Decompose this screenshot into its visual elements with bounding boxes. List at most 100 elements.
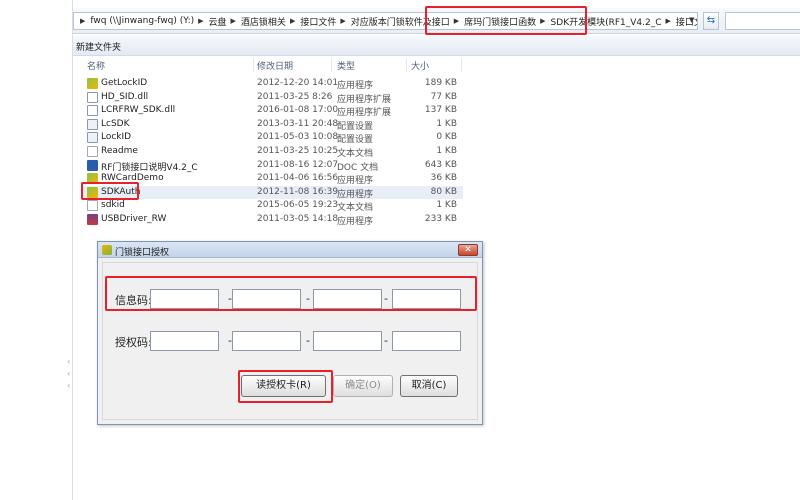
file-row[interactable]: LCRFRW_SDK.dll 2016-01-08 17:00 应用程序扩展 137 … <box>83 104 463 118</box>
file-row[interactable]: USBDriver_RW 2011-03-05 14:18 应用程序 233 KB <box>83 213 463 227</box>
file-size: 0 KB <box>436 132 457 143</box>
file-type: 配置设置 <box>337 121 374 132</box>
highlight-path-box <box>425 6 587 35</box>
file-row[interactable]: sdkid 2015-06-05 19:23 文本文档 1 KB <box>83 199 463 213</box>
file-name: LCRFRW_SDK.dll <box>101 105 176 116</box>
auth-code-field-1[interactable] <box>150 331 219 351</box>
cancel-button[interactable]: 取消(C) <box>400 375 458 397</box>
auth-code-field-4[interactable] <box>392 331 461 351</box>
highlight-read-button-box <box>238 370 333 403</box>
breadcrumb-chevron-icon: ▶ <box>289 17 296 25</box>
file-type: 文本文档 <box>337 203 374 214</box>
file-size: 643 KB <box>424 159 457 170</box>
dll-file-icon <box>87 105 98 117</box>
auth-code-row: 授权码: - - - <box>103 329 479 353</box>
file-date: 2015-06-05 19:23 <box>257 200 339 211</box>
file-row[interactable]: SDKAuth 2012-11-08 16:39 应用程序 80 KB <box>83 185 463 200</box>
address-dropdown-icon[interactable]: ▼ <box>689 16 694 24</box>
file-row[interactable]: LcSDK 2013-03-11 20:48 配置设置 1 KB <box>83 118 463 132</box>
file-type: 应用程序 <box>337 81 374 91</box>
file-size: 77 KB <box>430 91 457 102</box>
file-date: 2011-03-25 10:25 <box>257 145 339 156</box>
breadcrumb[interactable]: ▶ fwq (\\Jinwang-fwq) (Y:) ▶ 云盘 ▶ 酒店锁相关 ▶ 接口文件 ▶… <box>73 12 698 30</box>
breadcrumb-chevron-icon: ▶ <box>665 17 671 25</box>
file-size: 1 KB <box>436 145 457 156</box>
highlight-info-code-box <box>105 276 477 311</box>
file-name: USBDriver_RW <box>101 213 167 224</box>
file-row[interactable]: LockID 2011-05-03 10:08 配置设置 0 KB <box>83 131 463 145</box>
breadcrumb-item[interactable]: fwq (\\Jinwang-fwq) (Y:) <box>90 16 194 26</box>
file-date: 2016-01-08 17:00 <box>257 105 339 116</box>
breadcrumb-chevron-icon: ▶ <box>198 17 204 25</box>
column-header-name[interactable]: 名称 <box>87 59 105 72</box>
file-name: HD_SID.dll <box>101 91 149 102</box>
breadcrumb-chevron-icon: ▶ <box>230 17 236 25</box>
file-type: 配置设置 <box>337 135 374 146</box>
new-folder-button[interactable]: 新建文件夹 <box>76 40 121 53</box>
file-name: LcSDK <box>101 118 130 129</box>
file-type: 应用程序 <box>337 176 374 187</box>
file-name: RF门锁接口说明V4.2_C <box>101 162 198 173</box>
file-size: 1 KB <box>436 200 457 211</box>
highlight-sdkauth-box <box>81 182 139 200</box>
file-type: 应用程序扩展 <box>337 94 392 105</box>
file-size: 137 KB <box>424 105 457 116</box>
breadcrumb-item[interactable]: 云盘 <box>209 15 227 28</box>
file-date: 2011-04-06 16:56 <box>257 173 339 184</box>
auth-dash: - <box>384 334 388 347</box>
breadcrumb-item[interactable]: 酒店锁相关 <box>241 15 286 28</box>
file-size: 189 KB <box>424 78 457 88</box>
file-row[interactable]: HD_SID.dll 2011-03-25 8:26 应用程序扩展 77 KB <box>83 91 463 105</box>
file-name: GetLockID <box>101 78 148 88</box>
breadcrumb-chevron-icon: ▶ <box>80 17 86 25</box>
file-row[interactable]: GetLockID 2012-12-20 14:01 应用程序 189 KB <box>83 77 463 91</box>
breadcrumb-chevron-icon: ▶ <box>340 17 346 25</box>
file-name: LockID <box>101 132 132 143</box>
file-date: 2013-03-11 20:48 <box>257 118 339 129</box>
file-row[interactable]: RWCardDemo 2011-04-06 16:56 应用程序 36 KB <box>83 172 463 186</box>
breadcrumb-item[interactable]: 接口文件 <box>676 15 697 28</box>
left-margin: ‹ ‹ ‹ <box>0 0 72 500</box>
file-date: 2011-08-16 12:07 <box>257 159 339 170</box>
auth-dash: - <box>306 334 310 347</box>
column-header-date[interactable]: 修改日期 <box>257 59 293 72</box>
breadcrumb-item[interactable]: 接口文件 <box>300 15 336 28</box>
file-date: 2011-03-25 8:26 <box>257 91 333 102</box>
file-type: 文本文档 <box>337 148 374 159</box>
column-header-size[interactable]: 大小 <box>411 59 429 72</box>
file-type: 应用程序 <box>337 216 374 227</box>
file-size: 1 KB <box>436 118 457 129</box>
ok-button[interactable]: 确定(O) <box>333 375 393 397</box>
toolbar: 新建文件夹 <box>73 36 800 56</box>
file-size: 233 KB <box>424 213 457 224</box>
column-headers: 名称 修改日期 类型 大小 <box>73 58 800 72</box>
file-row[interactable]: Readme 2011-03-25 10:25 文本文档 1 KB <box>83 145 463 159</box>
file-size: 80 KB <box>430 186 457 197</box>
file-size: 36 KB <box>430 173 457 184</box>
file-type: 应用程序扩展 <box>337 108 392 119</box>
file-row[interactable]: RF门锁接口说明V4.2_C 2011-08-16 12:07 DOC 文档 643 … <box>83 159 463 173</box>
txt-file-icon <box>87 200 98 212</box>
auth-code-field-2[interactable] <box>232 331 301 351</box>
file-list: GetLockID 2012-12-20 14:01 应用程序 189 KB HD_SI… <box>83 77 463 227</box>
exe-file-icon <box>87 78 98 89</box>
txt-file-icon <box>87 145 98 157</box>
cfg-file-icon <box>87 118 98 130</box>
rar-file-icon <box>87 213 98 225</box>
dialog-title-bar[interactable]: 门锁接口授权 ✕ <box>98 242 482 258</box>
doc-file-icon <box>87 159 98 171</box>
file-type: 应用程序 <box>337 189 374 200</box>
file-type: DOC 文档 <box>337 162 379 173</box>
file-date: 2011-03-05 14:18 <box>257 213 339 224</box>
dll-file-icon <box>87 91 98 103</box>
refresh-icon[interactable]: ⇆ <box>703 12 719 30</box>
cfg-file-icon <box>87 132 98 144</box>
file-date: 2011-05-03 10:08 <box>257 132 339 143</box>
close-icon[interactable]: ✕ <box>458 244 478 256</box>
auth-code-field-3[interactable] <box>313 331 382 351</box>
file-date: 2012-11-08 16:39 <box>257 186 339 197</box>
file-name: Readme <box>101 145 138 156</box>
search-input[interactable] <box>725 12 800 30</box>
column-header-type[interactable]: 类型 <box>337 59 355 72</box>
app-key-icon <box>102 245 112 255</box>
